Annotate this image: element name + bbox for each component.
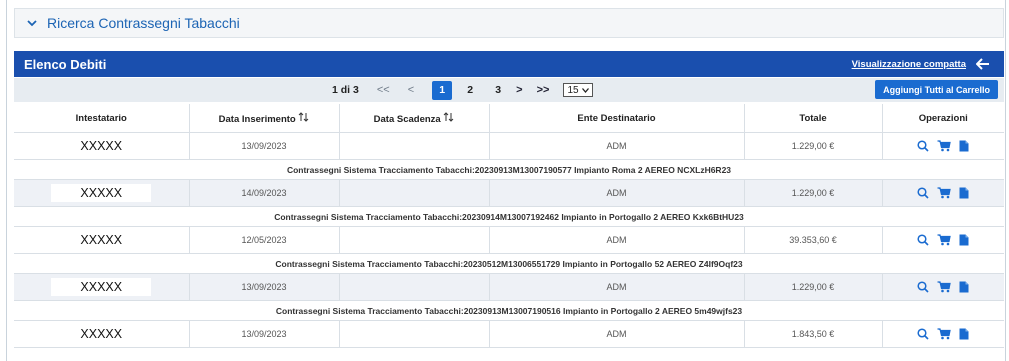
column-header-total: Totale [744, 104, 883, 133]
sort-icon[interactable] [443, 111, 454, 122]
cart-icon[interactable] [937, 187, 951, 199]
holder-cell: XXXXX [14, 132, 190, 160]
cart-icon[interactable] [937, 140, 951, 152]
entity-cell: ADM [489, 226, 745, 254]
description-cell: Contrassegni Sistema Tracciamento Tabacc… [14, 159, 1004, 180]
search-panel-toggle[interactable]: Ricerca Contrassegni Tabacchi [14, 8, 1004, 38]
due-date-cell [339, 132, 490, 160]
row-description: Contrassegni Sistema Tracciamento Tabacc… [14, 159, 1004, 180]
due-date-cell [339, 179, 490, 207]
compact-view-link[interactable]: Visualizzazione compatta [852, 59, 966, 70]
due-date-cell [339, 320, 490, 348]
document-icon[interactable] [959, 281, 969, 293]
debts-header: Elenco Debiti Visualizzazione compatta [14, 51, 1004, 77]
description-cell: Contrassegni Sistema Tracciamento Tabacc… [14, 300, 1004, 321]
search-icon[interactable] [917, 328, 929, 340]
total-cell: 1.229,00 € [744, 273, 883, 301]
prev-page-button[interactable]: < [408, 84, 414, 96]
inserted-date-cell: 14/09/2023 [189, 179, 340, 207]
table-row: XXXXX 12/05/2023 ADM 39.353,60 € [14, 226, 1004, 254]
holder-cell: XXXXX [14, 320, 190, 348]
table-row: XXXXX 13/09/2023 ADM 1.229,00 € [14, 132, 1004, 160]
add-all-to-cart-button[interactable]: Aggiungi Tutti al Carrello [875, 80, 998, 99]
next-page-button[interactable]: > [516, 84, 522, 96]
entity-cell: ADM [489, 132, 745, 160]
cart-icon[interactable] [937, 281, 951, 293]
total-cell: 1.229,00 € [744, 179, 883, 207]
table-row: XXXXX 13/09/2023 ADM 1.843,50 € [14, 320, 1004, 348]
table-row: XXXXX 13/09/2023 ADM 1.229,00 € [14, 273, 1004, 301]
pagination: 1 di 3 << < 1 2 3 > >> 15 [332, 80, 594, 100]
description-cell: Contrassegni Sistema Tracciamento Tabacc… [14, 253, 1004, 274]
operations-cell [882, 179, 1004, 207]
inserted-date-cell: 12/05/2023 [189, 226, 340, 254]
debts-title: Elenco Debiti [24, 56, 107, 72]
document-icon[interactable] [959, 234, 969, 246]
column-header-inserted[interactable]: Data Inserimento [189, 104, 340, 133]
total-cell: 1.843,50 € [744, 320, 883, 348]
description-cell: Contrassegni Sistema Tracciamento Tabacc… [14, 206, 1004, 227]
due-date-cell [339, 273, 490, 301]
pagination-bar: 1 di 3 << < 1 2 3 > >> 15 Aggiungi Tutti… [14, 78, 1004, 102]
search-icon[interactable] [917, 234, 929, 246]
page-size-select[interactable]: 15 [563, 83, 594, 97]
document-icon[interactable] [959, 187, 969, 199]
entity-cell: ADM [489, 320, 745, 348]
column-header-due[interactable]: Data Scadenza [339, 104, 490, 133]
chevron-down-icon [582, 87, 590, 93]
operations-cell [882, 132, 1004, 160]
row-description: Contrassegni Sistema Tracciamento Tabacc… [14, 300, 1004, 321]
row-description: Contrassegni Sistema Tracciamento Tabacc… [14, 206, 1004, 227]
inserted-date-cell: 13/09/2023 [189, 320, 340, 348]
search-panel-title: Ricerca Contrassegni Tabacchi [47, 15, 240, 31]
debts-table: Intestatario Data Inserimento Data Scade… [14, 104, 1004, 348]
cart-icon[interactable] [937, 328, 951, 340]
entity-cell: ADM [489, 179, 745, 207]
inserted-date-cell: 13/09/2023 [189, 273, 340, 301]
column-header-entity: Ente Destinatario [489, 104, 745, 133]
search-icon[interactable] [917, 187, 929, 199]
first-page-button[interactable]: << [377, 84, 390, 96]
search-icon[interactable] [917, 140, 929, 152]
last-page-button[interactable]: >> [537, 84, 550, 96]
chevron-down-icon [27, 20, 37, 27]
holder-cell: XXXXX [14, 273, 190, 301]
due-date-cell [339, 226, 490, 254]
page-button-1[interactable]: 1 [432, 80, 453, 100]
document-icon[interactable] [959, 328, 969, 340]
page-button-2[interactable]: 2 [460, 81, 480, 100]
total-cell: 1.229,00 € [744, 132, 883, 160]
holder-cell: XXXXX [14, 179, 190, 207]
holder-cell: XXXXX [14, 226, 190, 254]
page-info: 1 di 3 [332, 84, 359, 96]
page-button-3[interactable]: 3 [488, 81, 508, 100]
column-header-holder: Intestatario [14, 104, 190, 133]
operations-cell [882, 273, 1004, 301]
document-icon[interactable] [959, 140, 969, 152]
entity-cell: ADM [489, 273, 745, 301]
cart-icon[interactable] [937, 234, 951, 246]
inserted-date-cell: 13/09/2023 [189, 132, 340, 160]
operations-cell [882, 320, 1004, 348]
table-row: XXXXX 14/09/2023 ADM 1.229,00 € [14, 179, 1004, 207]
operations-cell [882, 226, 1004, 254]
sort-icon[interactable] [298, 111, 309, 122]
row-description: Contrassegni Sistema Tracciamento Tabacc… [14, 253, 1004, 274]
table-header-row: Intestatario Data Inserimento Data Scade… [14, 104, 1004, 133]
column-header-operations: Operazioni [882, 104, 1004, 133]
arrow-left-icon[interactable] [976, 58, 990, 70]
page-size-value: 15 [567, 84, 579, 96]
search-icon[interactable] [917, 281, 929, 293]
total-cell: 39.353,60 € [744, 226, 883, 254]
